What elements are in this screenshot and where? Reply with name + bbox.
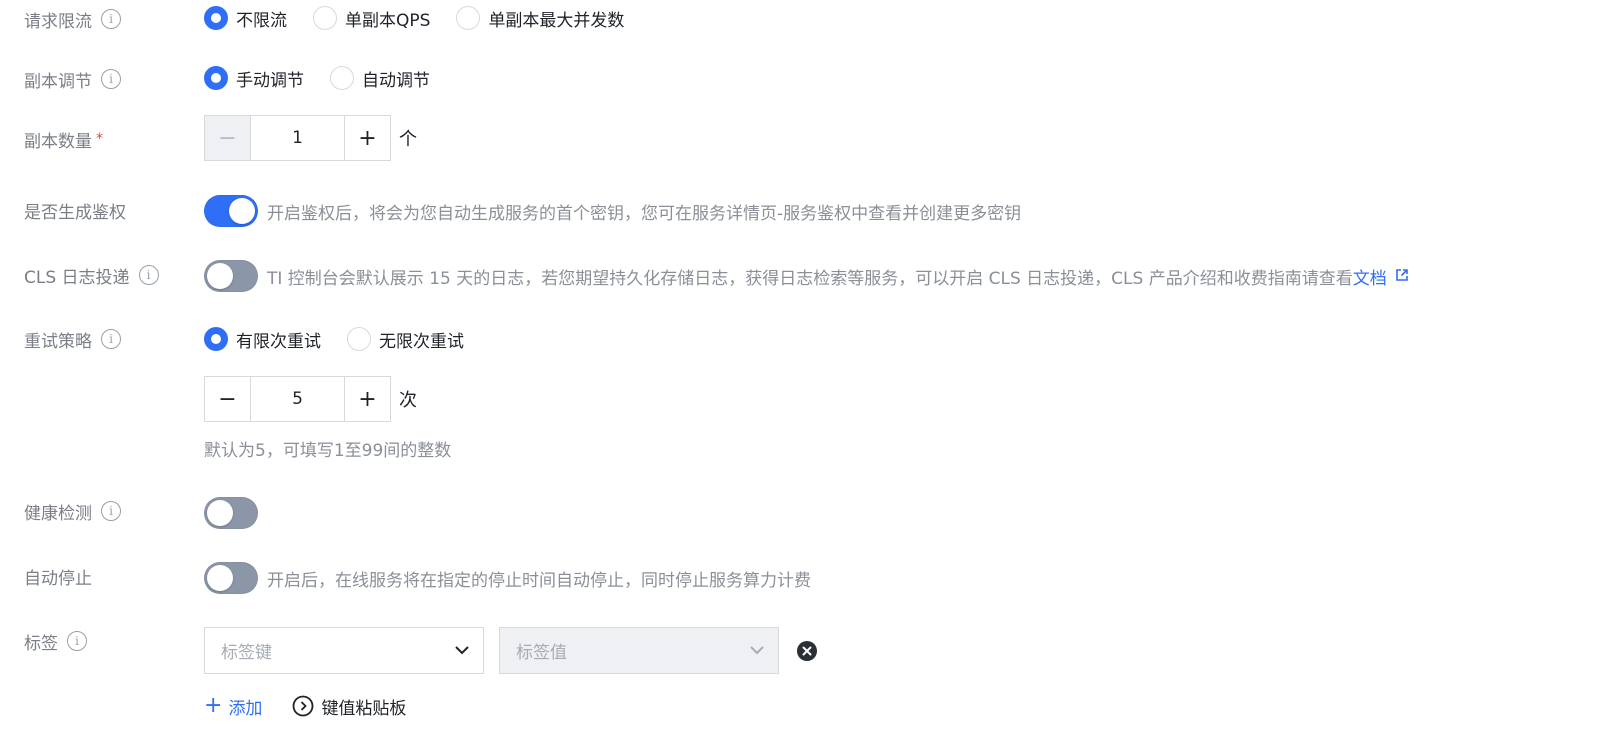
tag-value-placeholder: 标签值 (516, 643, 567, 663)
replica-adjust-label-group: 副本调节 i (24, 66, 121, 92)
radio-unlimited-retry[interactable]: 无限次重试 (347, 327, 464, 352)
auth-description: 开启鉴权后，将会为您自动生成服务的首个密钥，您可在服务详情页-服务鉴权中查看并创… (267, 203, 1022, 224)
rate-limit-label: 请求限流 (24, 11, 92, 32)
kv-paste-label: 键值粘贴板 (321, 698, 407, 719)
health-check-row (204, 497, 267, 529)
chevron-down-icon (750, 646, 764, 655)
external-link-icon[interactable] (1395, 267, 1409, 286)
health-check-label: 健康检测 (24, 503, 92, 524)
radio-replica-qps[interactable]: 单副本QPS (313, 6, 430, 31)
increment-button[interactable]: + (344, 376, 391, 422)
retry-count-hint: 默认为5，可填写1至99间的整数 (204, 441, 452, 461)
retry-count-stepper: − 5 + (204, 376, 391, 422)
doc-link[interactable]: 文档 (1353, 264, 1387, 289)
retry-count-unit: 次 (399, 390, 417, 411)
retry-label: 重试策略 (24, 331, 92, 352)
health-check-label-group: 健康检测 i (24, 498, 121, 524)
radio-circle[interactable] (313, 6, 337, 30)
info-icon[interactable]: i (101, 501, 121, 521)
info-icon[interactable]: i (101, 9, 121, 29)
auto-stop-row: 开启后，在线服务将在指定的停止时间自动停止，同时停止服务算力计费 (204, 562, 811, 594)
tag-value-select[interactable]: 标签值 (499, 627, 779, 674)
toggle-knob (207, 500, 233, 526)
radio-auto-adjust[interactable]: 自动调节 (330, 66, 430, 91)
decrement-button[interactable]: − (204, 115, 251, 161)
radio-label: 有限次重试 (236, 331, 321, 352)
radio-replica-max-concurrency[interactable]: 单副本最大并发数 (456, 6, 624, 31)
auth-label: 是否生成鉴权 (24, 202, 126, 223)
radio-no-limit[interactable]: 不限流 (204, 6, 287, 31)
auto-stop-description: 开启后，在线服务将在指定的停止时间自动停止，同时停止服务算力计费 (267, 570, 811, 591)
increment-button[interactable]: + (344, 115, 391, 161)
chevron-down-icon (455, 646, 469, 655)
auto-stop-toggle[interactable] (204, 562, 258, 594)
cls-log-description: TI 控制台会默认展示 15 天的日志，若您期望持久化存储日志，获得日志检索等服… (267, 268, 1353, 289)
radio-label: 单副本QPS (345, 10, 431, 31)
tag-editor-row: 标签键 标签值 (204, 627, 818, 674)
retry-count-stepper-row: − 5 + 次 (204, 376, 417, 422)
cls-log-label: CLS 日志投递 (24, 267, 130, 288)
tag-key-select[interactable]: 标签键 (204, 627, 484, 674)
radio-label: 手动调节 (236, 70, 304, 91)
replica-count-stepper: − 1 + (204, 115, 391, 161)
add-tag-label: 添加 (228, 698, 263, 719)
auth-toggle[interactable] (204, 195, 258, 227)
add-tag-button[interactable]: + 添加 (204, 694, 262, 719)
radio-circle-checked[interactable] (204, 327, 228, 351)
kv-paste-button[interactable]: 键值粘贴板 (292, 694, 406, 719)
radio-circle[interactable] (330, 66, 354, 90)
service-config-form: 请求限流 i 不限流 单副本QPS 单副本最大并发数 副本调节 i 手动调节 自… (0, 0, 1616, 752)
toggle-knob (207, 263, 233, 289)
replica-count-unit: 个 (399, 129, 417, 150)
tags-label-group: 标签 i (24, 628, 87, 654)
radio-manual-adjust[interactable]: 手动调节 (204, 66, 304, 91)
cls-log-row: TI 控制台会默认展示 15 天的日志，若您期望持久化存储日志，获得日志检索等服… (204, 260, 1409, 292)
cls-log-label-group: CLS 日志投递 i (24, 262, 159, 288)
decrement-button[interactable]: − (204, 376, 251, 422)
info-icon[interactable]: i (138, 265, 159, 285)
auth-row: 开启鉴权后，将会为您自动生成服务的首个密钥，您可在服务详情页-服务鉴权中查看并创… (204, 195, 1021, 227)
auto-stop-label: 自动停止 (24, 568, 92, 589)
replica-adjust-radio-group: 手动调节 自动调节 (204, 62, 456, 94)
radio-circle[interactable] (456, 6, 481, 30)
tag-key-placeholder: 标签键 (221, 643, 272, 663)
retry-radio-group: 有限次重试 无限次重试 (204, 323, 490, 355)
radio-circle-checked[interactable] (204, 66, 228, 90)
radio-label: 不限流 (236, 10, 287, 31)
auth-label-group: 是否生成鉴权 (24, 197, 126, 223)
required-mark: * (96, 131, 103, 147)
radio-circle-checked[interactable] (204, 6, 228, 30)
circle-chevron-right-icon (293, 695, 314, 717)
auto-stop-label-group: 自动停止 (24, 563, 92, 589)
radio-label: 单副本最大并发数 (488, 10, 625, 31)
replica-count-label: 副本数量 (24, 131, 92, 152)
replica-count-label-group: 副本数量 * (24, 126, 103, 152)
info-icon[interactable]: i (67, 631, 87, 651)
radio-label: 自动调节 (362, 70, 430, 91)
replica-count-input[interactable]: 1 (251, 115, 344, 161)
retry-count-input[interactable]: 5 (251, 376, 344, 422)
replica-adjust-label: 副本调节 (24, 71, 92, 92)
plus-icon: + (204, 693, 223, 718)
rate-limit-label-group: 请求限流 i (24, 6, 121, 32)
info-icon[interactable]: i (101, 329, 121, 349)
toggle-knob (207, 565, 233, 591)
retry-label-group: 重试策略 i (24, 326, 121, 352)
radio-limited-retry[interactable]: 有限次重试 (204, 327, 321, 352)
remove-tag-icon[interactable] (796, 640, 818, 662)
cls-log-toggle[interactable] (204, 260, 258, 292)
health-check-toggle[interactable] (204, 497, 258, 529)
rate-limit-radio-group: 不限流 单副本QPS 单副本最大并发数 (204, 2, 650, 34)
tag-actions-row: + 添加 键值粘贴板 (204, 690, 406, 722)
info-icon[interactable]: i (101, 69, 121, 89)
toggle-knob (229, 198, 255, 224)
replica-count-stepper-row: − 1 + 个 (204, 115, 417, 161)
tags-label: 标签 (24, 633, 58, 654)
radio-label: 无限次重试 (379, 331, 464, 352)
radio-circle[interactable] (347, 327, 371, 351)
